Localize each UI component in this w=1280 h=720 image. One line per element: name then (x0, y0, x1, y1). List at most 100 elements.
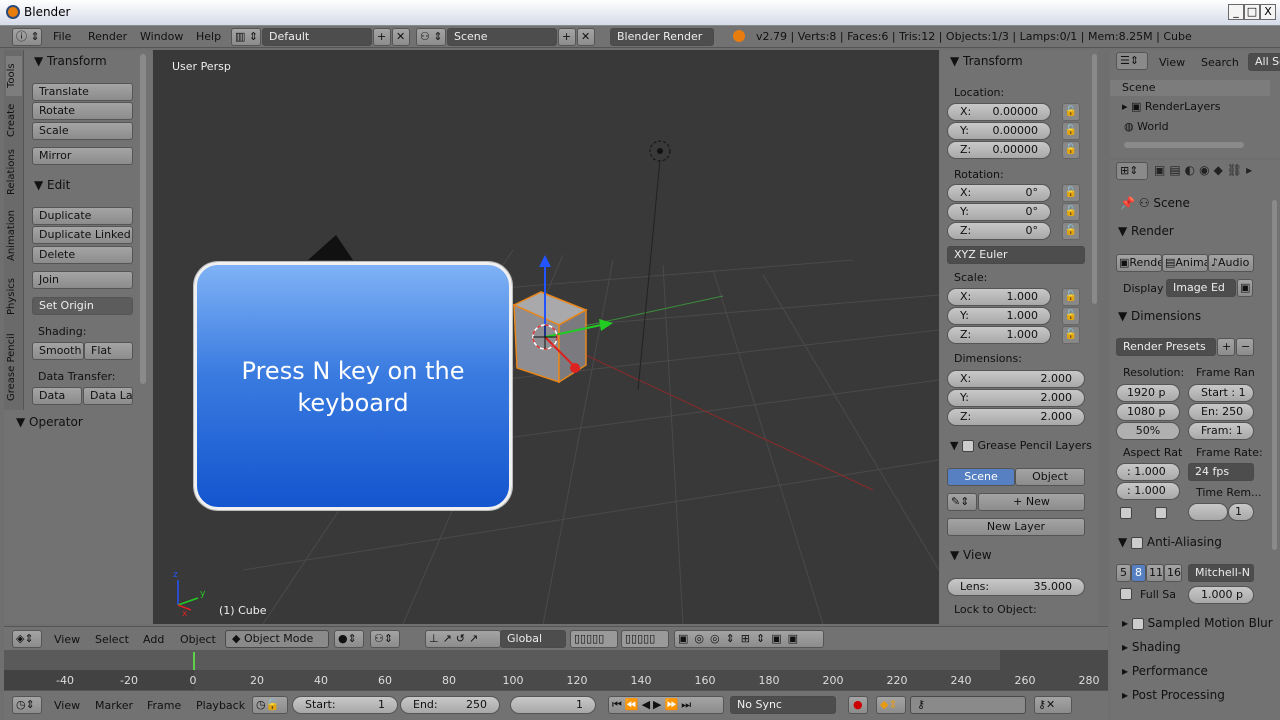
timeline-view-menu[interactable]: View (54, 699, 80, 712)
remove-scene-icon[interactable]: ✕ (577, 28, 595, 46)
sync-mode-select[interactable]: No Sync (730, 696, 836, 714)
aspect-y-field[interactable]: : 1.000 (1116, 482, 1180, 500)
editor-type-info-icon[interactable]: ⓘ ⇕ (12, 28, 42, 46)
properties-editor-icon[interactable]: ⊞⇕ (1116, 162, 1148, 180)
join-button[interactable]: Join (32, 271, 133, 289)
rotate-button[interactable]: Rotate (32, 102, 133, 120)
timeline-playhead[interactable] (193, 652, 195, 670)
timeline-end-field[interactable]: End: 250 (400, 696, 500, 714)
screen-layout-field[interactable]: Default (262, 28, 372, 46)
preview-range-icon[interactable]: ◷🔓 (252, 696, 288, 714)
dimensions-z-field[interactable]: Z: 2.000 (947, 408, 1085, 426)
properties-scrollbar[interactable] (1272, 200, 1277, 550)
border-checkbox[interactable] (1120, 507, 1132, 519)
pencil-icon[interactable]: ✎⇕ (947, 493, 977, 511)
operator-panel-header[interactable]: ▼ Operator (16, 415, 83, 429)
outliner-display-select[interactable]: All Sc (1248, 53, 1280, 71)
grease-scene-tab[interactable]: Scene (947, 468, 1015, 486)
aa-filter-select[interactable]: Mitchell-N (1188, 564, 1254, 582)
remove-preset-icon[interactable]: − (1236, 338, 1254, 356)
tab-animation[interactable]: Animation (6, 205, 22, 267)
npanel-scrollbar[interactable] (1092, 54, 1097, 304)
tab-tools[interactable]: Tools (6, 56, 22, 96)
location-y-field[interactable]: Y: 0.00000 (947, 122, 1051, 140)
timeline-editor-icon[interactable]: ◷⇕ (12, 696, 42, 714)
insert-keyframe-icons[interactable]: ⚷✕ (1034, 696, 1072, 714)
outliner-view-menu[interactable]: View (1159, 56, 1185, 69)
new-layer-button[interactable]: New Layer (947, 518, 1085, 536)
tab-grease-pencil[interactable]: Grease Pencil (6, 327, 22, 407)
aa-11-button[interactable]: 11 (1146, 564, 1164, 582)
outliner-search-menu[interactable]: Search (1201, 56, 1239, 69)
duplicate-button[interactable]: Duplicate (32, 207, 133, 225)
frame-end-field[interactable]: En: 250 (1188, 403, 1254, 421)
view-panel-header[interactable]: ▼ View (950, 548, 992, 562)
dimensions-panel-header[interactable]: ▼ Dimensions (1118, 309, 1201, 323)
screen-layout-icon[interactable]: ▥ ⇕ (231, 28, 261, 46)
dimensions-x-field[interactable]: X: 2.000 (947, 370, 1085, 388)
shading-panel-header[interactable]: ▸ Shading (1122, 640, 1181, 654)
keying-set-icon[interactable]: ◆⇕ (876, 696, 906, 714)
outliner-row-scene[interactable]: Scene (1110, 80, 1270, 96)
rotation-mode-select[interactable]: XYZ Euler (947, 246, 1085, 264)
lens-field[interactable]: Lens: 35.000 (947, 578, 1085, 596)
location-x-field[interactable]: X: 0.00000 (947, 103, 1051, 121)
tab-relations[interactable]: Relations (6, 146, 22, 198)
scene-icon[interactable]: ⚇ ⇕ (416, 28, 446, 46)
add-menu[interactable]: Add (143, 633, 164, 646)
layers-grid-right[interactable]: ▯▯▯▯▯ (621, 630, 669, 648)
flat-button[interactable]: Flat (84, 342, 133, 360)
crop-checkbox[interactable] (1155, 507, 1167, 519)
transform-orientation-select[interactable]: Global (500, 630, 566, 648)
record-icon[interactable]: ● (848, 696, 868, 714)
resolution-percentage-field[interactable]: 50% (1116, 422, 1180, 440)
timeline-marker-menu[interactable]: Marker (95, 699, 133, 712)
aspect-x-field[interactable]: : 1.000 (1116, 463, 1180, 481)
full-sample-checkbox[interactable] (1120, 588, 1132, 600)
outliner-row-world[interactable]: ◍ World (1124, 120, 1169, 133)
dimensions-y-field[interactable]: Y: 2.000 (947, 389, 1085, 407)
remove-layout-icon[interactable]: ✕ (392, 28, 410, 46)
add-preset-icon[interactable]: + (1217, 338, 1235, 356)
maximize-button[interactable]: □ (1244, 4, 1260, 20)
scene-field[interactable]: Scene (447, 28, 557, 46)
timeline-playback-menu[interactable]: Playback (196, 699, 245, 712)
sampled-motion-blur-header[interactable]: ▸ Sampled Motion Blur (1122, 616, 1273, 630)
set-origin-select[interactable]: Set Origin (32, 297, 133, 315)
add-scene-icon[interactable]: + (558, 28, 576, 46)
menu-render[interactable]: Render (88, 30, 127, 43)
properties-context-tabs[interactable]: ▣▤◐◉◆⛓▸ (1154, 163, 1280, 181)
npanel-transform-header[interactable]: ▼ Transform (950, 54, 1023, 68)
location-z-field[interactable]: Z: 0.00000 (947, 141, 1051, 159)
viewport-shading-icon[interactable]: ●⇕ (334, 630, 364, 648)
tab-create[interactable]: Create (6, 100, 22, 140)
keying-set-field[interactable]: ⚷ (910, 696, 1026, 714)
grease-object-tab[interactable]: Object (1015, 468, 1085, 486)
lock-location-z-icon[interactable]: 🔓 (1062, 141, 1080, 159)
outliner-scrollbar[interactable] (1124, 142, 1244, 148)
grease-pencil-checkbox[interactable] (961, 440, 974, 452)
smooth-button[interactable]: Smooth (32, 342, 84, 360)
tab-physics[interactable]: Physics (6, 274, 22, 320)
pivot-point-icon[interactable]: ⚇⇕ (370, 630, 400, 648)
select-menu[interactable]: Select (95, 633, 129, 646)
current-frame-field[interactable]: 1 (510, 696, 596, 714)
scale-button[interactable]: Scale (32, 122, 133, 140)
render-presets-select[interactable]: Render Presets (1116, 338, 1216, 356)
playback-controls-icons[interactable]: ⏮⏪◀▶⏩⏭ (608, 696, 724, 714)
minimize-button[interactable]: _ (1228, 4, 1244, 20)
close-button[interactable]: X (1260, 4, 1276, 20)
rotation-y-field[interactable]: Y: 0° (947, 203, 1051, 221)
object-menu[interactable]: Object (180, 633, 216, 646)
render-animation-button[interactable]: ▤Anima (1162, 254, 1208, 272)
delete-button[interactable]: Delete (32, 246, 133, 264)
outliner-row-renderlayers[interactable]: ▸ ▣ RenderLayers (1122, 100, 1220, 113)
render-audio-button[interactable]: ♪Audio (1208, 254, 1254, 272)
view3d-editor-icon[interactable]: ◈⇕ (12, 630, 42, 648)
data-layout-button[interactable]: Data La (83, 387, 133, 405)
lock-interface-icon[interactable]: ▣ (1237, 279, 1253, 297)
view-menu[interactable]: View (54, 633, 80, 646)
transform-panel-header[interactable]: ▼ Transform (34, 54, 107, 68)
mirror-button[interactable]: Mirror (32, 147, 133, 165)
menu-file[interactable]: File (53, 30, 71, 43)
